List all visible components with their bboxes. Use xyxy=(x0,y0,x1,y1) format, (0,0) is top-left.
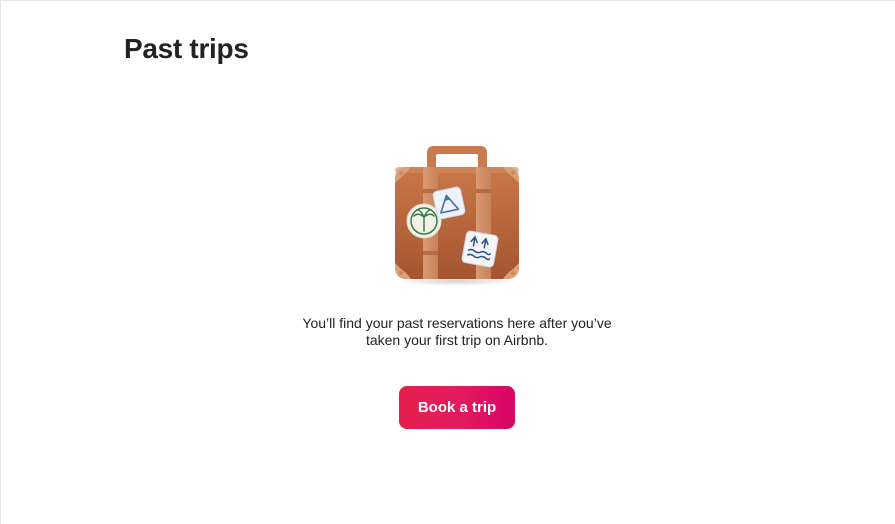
suitcase-illustration xyxy=(395,146,519,286)
empty-state: You’ll find your past reservations here … xyxy=(1,139,895,429)
page-container: Past trips You’ll find your past reserva… xyxy=(0,0,895,524)
book-a-trip-button[interactable]: Book a trip xyxy=(399,386,515,429)
page-title: Past trips xyxy=(124,33,249,64)
empty-state-message: You’ll find your past reservations here … xyxy=(302,315,612,348)
